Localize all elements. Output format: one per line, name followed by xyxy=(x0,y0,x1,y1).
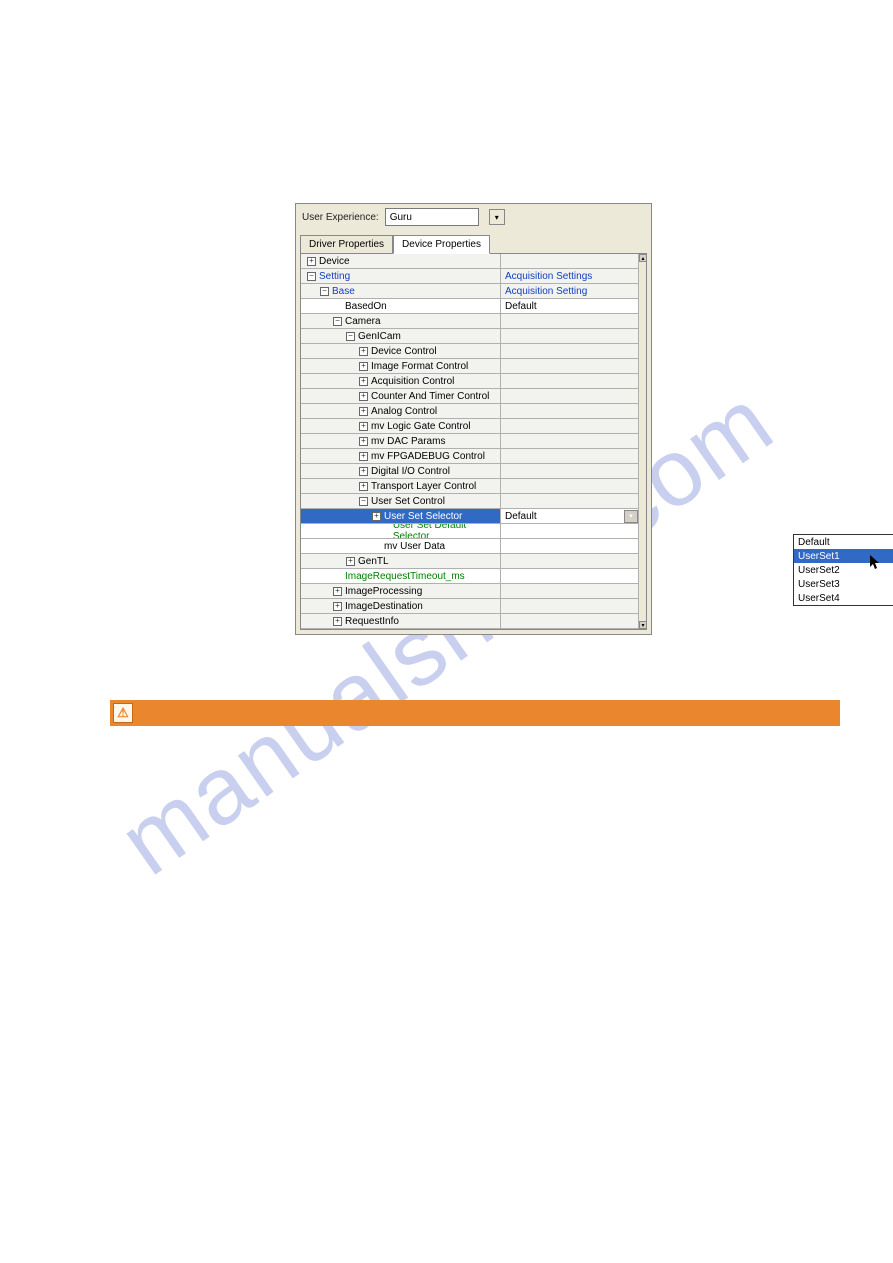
tree-row-label: ImageProcessing xyxy=(345,586,422,597)
tree-row[interactable]: +mv FPGADEBUG Control xyxy=(301,449,638,464)
expand-icon[interactable]: + xyxy=(333,602,342,611)
tree-row-label: mv FPGADEBUG Control xyxy=(371,451,485,462)
user-experience-select[interactable]: Guru xyxy=(385,208,479,226)
tree-row[interactable]: +Acquisition Control xyxy=(301,374,638,389)
tree-row[interactable]: +ImageDestination xyxy=(301,599,638,614)
expand-icon[interactable]: + xyxy=(346,557,355,566)
tree-row-label: User Set Selector xyxy=(384,511,462,522)
warning-icon: ⚠ xyxy=(113,703,133,723)
tree-row[interactable]: +mv Logic Gate Control xyxy=(301,419,638,434)
dropdown-option[interactable]: Default xyxy=(794,535,893,549)
tree-row[interactable]: +Analog Control xyxy=(301,404,638,419)
expand-icon[interactable]: + xyxy=(372,512,381,521)
collapse-icon[interactable]: − xyxy=(307,272,316,281)
tree-column: +Device−SettingAcquisition Settings−Base… xyxy=(301,254,638,629)
expand-icon[interactable]: + xyxy=(359,407,368,416)
tree-row-label: Transport Layer Control xyxy=(371,481,476,492)
user-experience-row: User Experience: Guru ▾ xyxy=(296,204,651,230)
tree-row[interactable]: +GenTL xyxy=(301,554,638,569)
tab-device-properties[interactable]: Device Properties xyxy=(393,235,490,254)
tree-row[interactable]: −GenICam xyxy=(301,329,638,344)
tree-row[interactable]: −Camera xyxy=(301,314,638,329)
collapse-icon[interactable]: − xyxy=(320,287,329,296)
tree-row[interactable]: +Device xyxy=(301,254,638,269)
expand-icon[interactable]: + xyxy=(359,377,368,386)
tree-row-label: Digital I/O Control xyxy=(371,466,450,477)
scrollbar[interactable]: ▴ ▾ xyxy=(638,254,646,629)
tree-row-label: Camera xyxy=(345,316,381,327)
tree-row-label: Acquisition Control xyxy=(371,376,454,387)
tree-row[interactable]: +mv DAC Params xyxy=(301,434,638,449)
tree-row[interactable]: +Counter And Timer Control xyxy=(301,389,638,404)
user-experience-value: Guru xyxy=(390,212,474,223)
scroll-up-button[interactable]: ▴ xyxy=(639,254,647,262)
tree-row[interactable]: +RequestInfo xyxy=(301,614,638,629)
tree-row-label: Image Format Control xyxy=(371,361,468,372)
expand-icon[interactable]: + xyxy=(333,587,342,596)
expand-icon[interactable]: + xyxy=(359,362,368,371)
expand-icon[interactable]: + xyxy=(359,422,368,431)
user-experience-label: User Experience: xyxy=(302,212,379,223)
tree-row[interactable]: −Base Acquisition Setting xyxy=(301,284,638,299)
tree-row-label: ImageDestination xyxy=(345,601,423,612)
property-panel: User Experience: Guru ▾ Driver Propertie… xyxy=(295,203,652,635)
chevron-down-icon[interactable]: ▾ xyxy=(489,209,505,225)
tree-row-value: Default xyxy=(505,301,537,312)
tab-driver-properties[interactable]: Driver Properties xyxy=(300,235,393,254)
tree-row-label: RequestInfo xyxy=(345,616,399,627)
tree-row[interactable]: +Transport Layer Control xyxy=(301,479,638,494)
tree-row-label: Device Control xyxy=(371,346,437,357)
tree-row[interactable]: +Device Control xyxy=(301,344,638,359)
warning-bar: ⚠ xyxy=(110,700,840,726)
tree-row-label: User Set Control xyxy=(371,496,445,507)
tree-row-label: Base xyxy=(332,286,355,297)
expand-icon[interactable]: + xyxy=(359,467,368,476)
property-grid: +Device−SettingAcquisition Settings−Base… xyxy=(300,253,647,630)
expand-icon[interactable]: + xyxy=(359,347,368,356)
tree-row[interactable]: +ImageProcessing xyxy=(301,584,638,599)
tree-row-label: ImageRequestTimeout_ms xyxy=(345,571,465,582)
tree-row-value: Default xyxy=(505,511,537,522)
chevron-down-icon[interactable]: ▾ xyxy=(624,510,638,523)
expand-icon[interactable]: + xyxy=(359,392,368,401)
tree-row-label: Analog Control xyxy=(371,406,437,417)
expand-icon[interactable]: + xyxy=(307,257,316,266)
dropdown-option[interactable]: UserSet4 xyxy=(794,591,893,605)
tabs-row: Driver Properties Device Properties xyxy=(296,230,651,253)
tree-row[interactable]: +User Set Selector Default ▾ xyxy=(301,509,638,524)
tree-row[interactable]: −Setting Acquisition Settings xyxy=(301,269,638,284)
scroll-down-button[interactable]: ▾ xyxy=(639,621,647,629)
cursor-icon xyxy=(870,555,882,574)
tree-row[interactable]: +Image Format Control xyxy=(301,359,638,374)
tree-row[interactable]: ImageRequestTimeout_ms xyxy=(301,569,638,584)
tree-row-label: BasedOn xyxy=(345,301,387,312)
expand-icon[interactable]: + xyxy=(359,437,368,446)
tree-row-label: GenICam xyxy=(358,331,401,342)
expand-icon[interactable]: + xyxy=(359,482,368,491)
tree-row[interactable]: +Digital I/O Control xyxy=(301,464,638,479)
tree-row-label: mv DAC Params xyxy=(371,436,445,447)
tree-row-label: Device xyxy=(319,256,350,267)
tree-row-label: mv User Data xyxy=(384,541,445,552)
tree-row-label: Setting xyxy=(319,271,350,282)
tree-row[interactable]: mv User Data xyxy=(301,539,638,554)
tree-row[interactable]: BasedOn Default xyxy=(301,299,638,314)
expand-icon[interactable]: + xyxy=(333,617,342,626)
collapse-icon[interactable]: − xyxy=(333,317,342,326)
expand-icon[interactable]: + xyxy=(359,452,368,461)
dropdown-option[interactable]: UserSet3 xyxy=(794,577,893,591)
tree-row-label: Counter And Timer Control xyxy=(371,391,489,402)
collapse-icon[interactable]: − xyxy=(346,332,355,341)
collapse-icon[interactable]: − xyxy=(359,497,368,506)
tree-row[interactable]: User Set Default Selector xyxy=(301,524,638,539)
tree-row[interactable]: −User Set Control xyxy=(301,494,638,509)
tree-row-value: Acquisition Settings xyxy=(505,271,592,282)
tree-row-value: Acquisition Setting xyxy=(505,286,587,297)
tree-row-label: GenTL xyxy=(358,556,389,567)
tree-row-label: mv Logic Gate Control xyxy=(371,421,471,432)
tree-row-label: User Set Default Selector xyxy=(393,524,500,538)
